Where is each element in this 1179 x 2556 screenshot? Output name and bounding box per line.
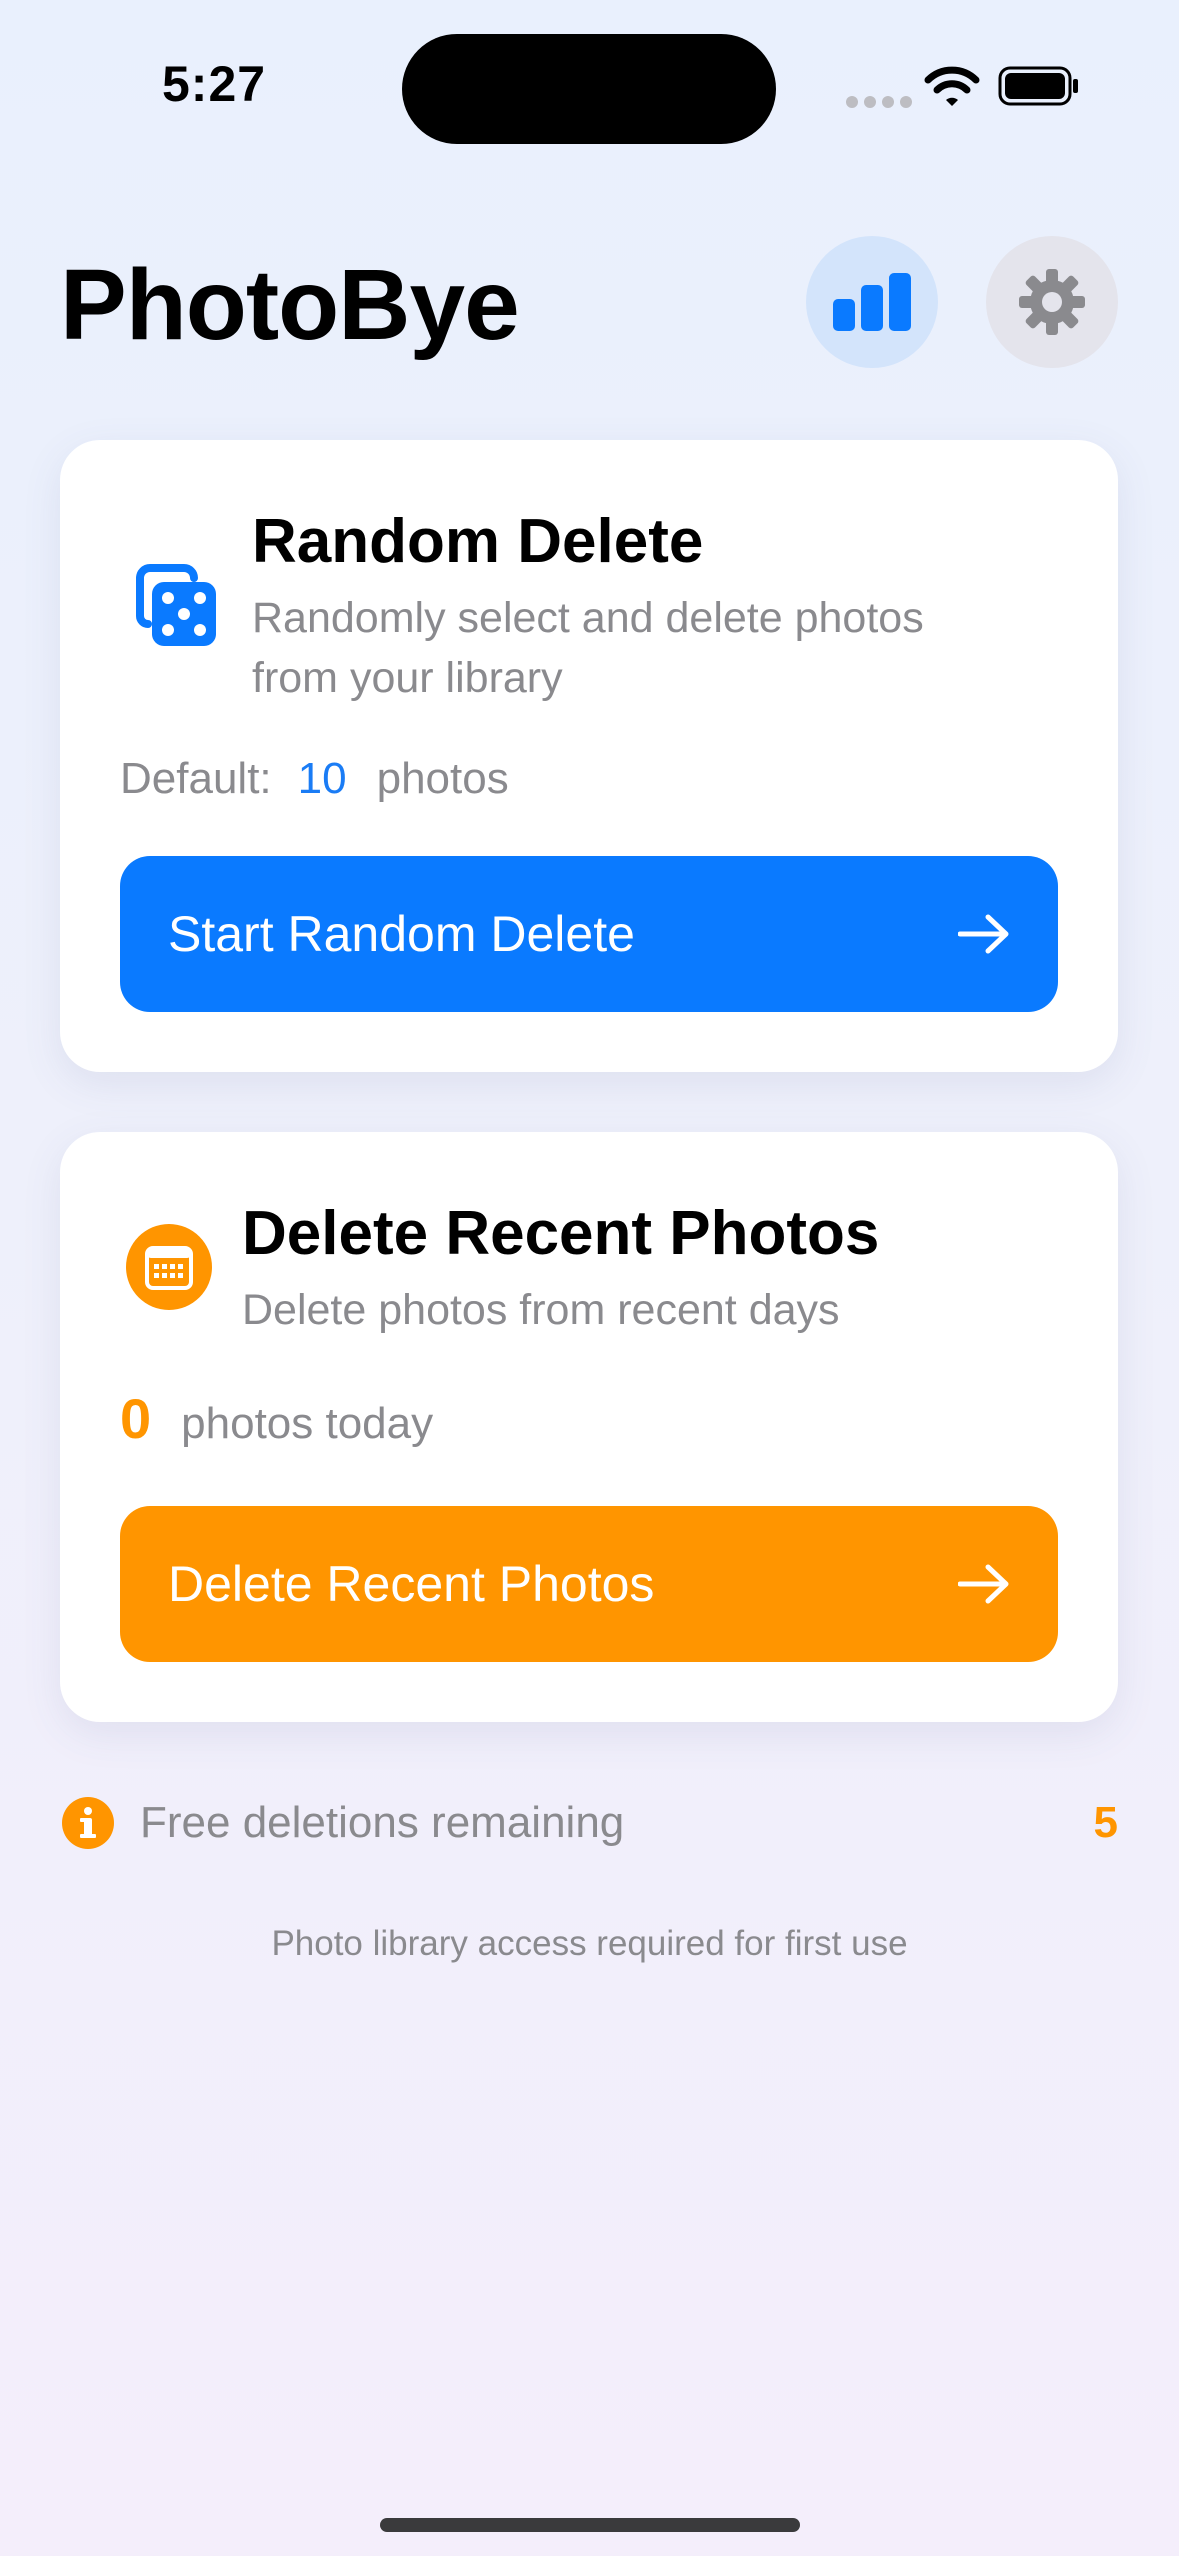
today-count-value: 0: [120, 1387, 152, 1450]
default-label: Default:: [120, 754, 272, 803]
start-random-delete-label: Start Random Delete: [168, 906, 635, 962]
home-indicator[interactable]: [380, 2518, 800, 2532]
status-time: 5:27: [162, 56, 267, 112]
status-bar: 5:27: [0, 0, 1179, 170]
settings-button[interactable]: [986, 236, 1118, 368]
free-deletions-count: 5: [1093, 1798, 1118, 1847]
default-unit: photos: [376, 754, 509, 803]
description-line-1: Randomly select and delete photos: [252, 594, 924, 642]
dice-icon: [136, 564, 216, 646]
description-line-2: from your library: [252, 654, 563, 702]
wifi-icon: [924, 66, 980, 106]
recent-delete-description: Delete photos from recent days: [242, 1286, 840, 1334]
random-delete-description: Randomly select and delete photos from y…: [252, 588, 924, 708]
start-random-delete-button[interactable]: Start Random Delete: [120, 856, 1058, 1012]
battery-icon: [998, 66, 1078, 106]
recent-delete-card: Delete Recent Photos Delete photos from …: [60, 1132, 1118, 1722]
random-delete-card: Random Delete Randomly select and delete…: [60, 440, 1118, 1072]
today-count-row: 0 photos today: [120, 1386, 433, 1451]
arrow-right-icon: [958, 1564, 1009, 1604]
delete-recent-photos-label: Delete Recent Photos: [168, 1556, 655, 1612]
gear-icon: [1019, 269, 1085, 335]
calendar-icon: [126, 1224, 212, 1310]
arrow-right-icon: [958, 914, 1009, 954]
bar-chart-icon: [833, 273, 911, 331]
dynamic-island: [402, 34, 776, 144]
today-count-label: photos today: [181, 1399, 434, 1448]
photo-access-note: Photo library access required for first …: [271, 1924, 908, 1963]
stats-button[interactable]: [806, 236, 938, 368]
free-deletions-label: Free deletions remaining: [140, 1798, 625, 1847]
free-deletions-row: Free deletions remaining 5: [62, 1797, 1118, 1849]
app-title: PhotoBye: [60, 249, 520, 361]
delete-recent-photos-button[interactable]: Delete Recent Photos: [120, 1506, 1058, 1662]
random-delete-title: Random Delete: [252, 507, 704, 576]
cellular-signal-icon: [846, 96, 912, 108]
default-count-row: Default: 10 photos: [120, 754, 509, 804]
default-count-value[interactable]: 10: [298, 754, 347, 804]
recent-delete-title: Delete Recent Photos: [242, 1199, 880, 1268]
info-icon: [62, 1797, 114, 1849]
